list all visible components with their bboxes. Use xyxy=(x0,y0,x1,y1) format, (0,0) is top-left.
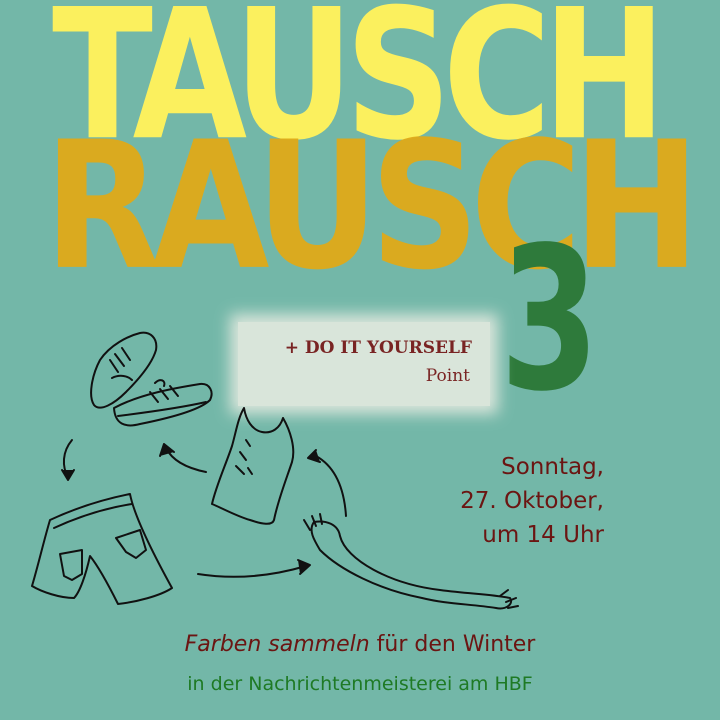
tagline-italic: Farben sammeln xyxy=(184,632,370,657)
sneakers-sketch xyxy=(90,331,213,427)
clothing-sketches xyxy=(31,331,519,610)
event-date-text: 27. Oktober, xyxy=(460,488,604,514)
venue: in der Nachrichtenmeisterei am HBF xyxy=(187,673,533,695)
tank-top-sketch xyxy=(211,407,295,525)
tagline-regular: für den Winter xyxy=(376,632,536,657)
event-time: um 14 Uhr xyxy=(482,522,604,548)
event-date: Sonntag, 27. Oktober, um 14 Uhr xyxy=(460,450,604,552)
poster: TAUSCH RAUSCH 3 + DO IT YOURSELF Point S… xyxy=(0,0,720,720)
arrow-icon xyxy=(61,439,347,578)
event-day: Sonntag, xyxy=(501,454,604,480)
shorts-sketch xyxy=(31,493,173,605)
tagline: Farben sammeln für den Winter xyxy=(0,632,720,657)
